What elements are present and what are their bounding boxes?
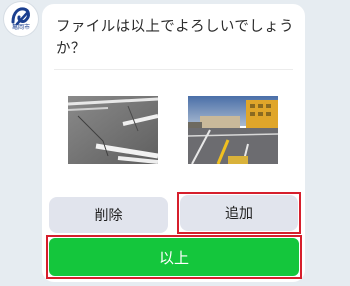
- dialog-question: ファイルは以上でよろしいでしょうか？: [56, 19, 294, 57]
- street-with-building-photo: [188, 96, 278, 164]
- photo-thumbnail-2[interactable]: [188, 96, 278, 164]
- road-surface-photo: [68, 96, 158, 164]
- confirm-dialog: ファイルは以上でよろしいでしょうか？ 削除 追加 以上: [42, 4, 305, 282]
- city-logo: 亀岡市: [4, 2, 38, 36]
- done-button[interactable]: 以上: [49, 238, 299, 276]
- delete-button[interactable]: 削除: [49, 197, 168, 233]
- divider: [54, 69, 293, 70]
- city-logo-caption: 亀岡市: [11, 24, 30, 31]
- photo-thumbnail-1[interactable]: [68, 96, 158, 164]
- add-button[interactable]: 追加: [180, 195, 298, 231]
